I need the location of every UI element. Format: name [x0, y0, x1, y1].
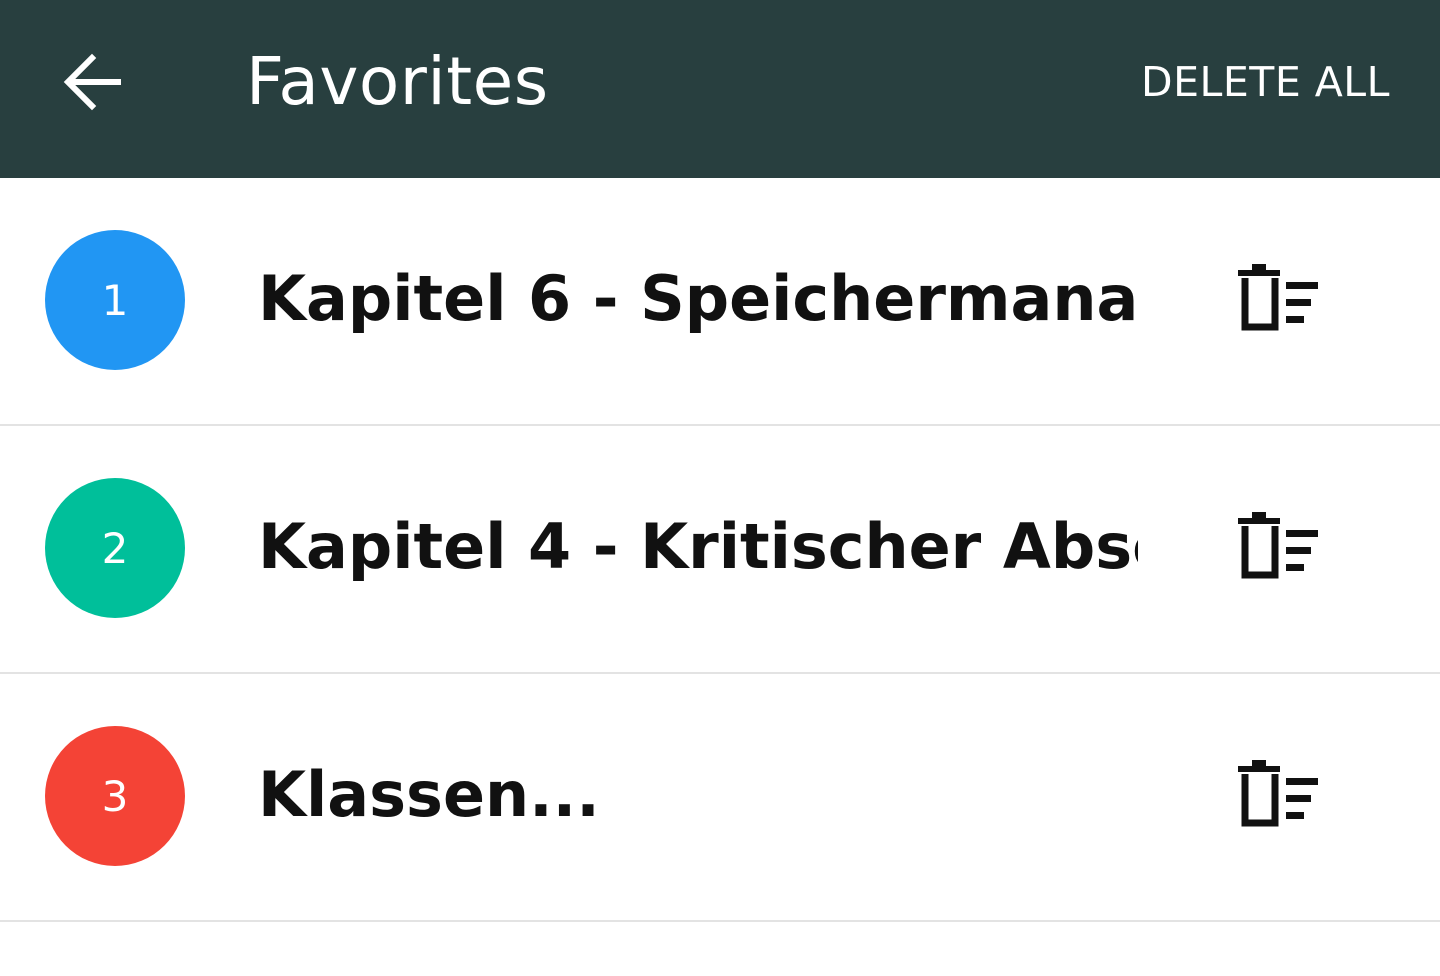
favorite-title: Klassen...	[258, 758, 600, 831]
badge-number: 1	[101, 275, 129, 325]
badge-number: 3	[101, 771, 129, 821]
delete-all-button[interactable]: DELETE ALL	[1141, 56, 1390, 108]
favorite-title: Kapitel 6 - Speichermanag...	[258, 262, 1138, 335]
list-item[interactable]: 3 Klassen...	[0, 674, 1440, 922]
delete-sweep-icon	[1238, 760, 1318, 827]
number-badge: 3	[45, 726, 185, 866]
list-item[interactable]: 1 Kapitel 6 - Speichermanag...	[0, 178, 1440, 426]
number-badge: 2	[45, 478, 185, 618]
delete-item-button[interactable]	[1224, 496, 1338, 596]
badge-number: 2	[101, 523, 129, 573]
number-badge: 1	[45, 230, 185, 370]
back-button[interactable]	[40, 36, 144, 128]
delete-sweep-icon	[1238, 264, 1318, 331]
delete-item-button[interactable]	[1224, 744, 1338, 844]
favorites-list: 1 Kapitel 6 - Speichermanag... 2 Kapitel…	[0, 178, 1440, 922]
arrow-back-icon	[63, 53, 121, 111]
favorite-title: Kapitel 4 - Kritischer Absch..	[258, 510, 1138, 583]
app-bar: Favorites DELETE ALL	[0, 0, 1440, 178]
delete-sweep-icon	[1238, 512, 1318, 579]
list-item[interactable]: 2 Kapitel 4 - Kritischer Absch..	[0, 426, 1440, 674]
page-title: Favorites	[246, 43, 549, 120]
delete-item-button[interactable]	[1224, 248, 1338, 348]
